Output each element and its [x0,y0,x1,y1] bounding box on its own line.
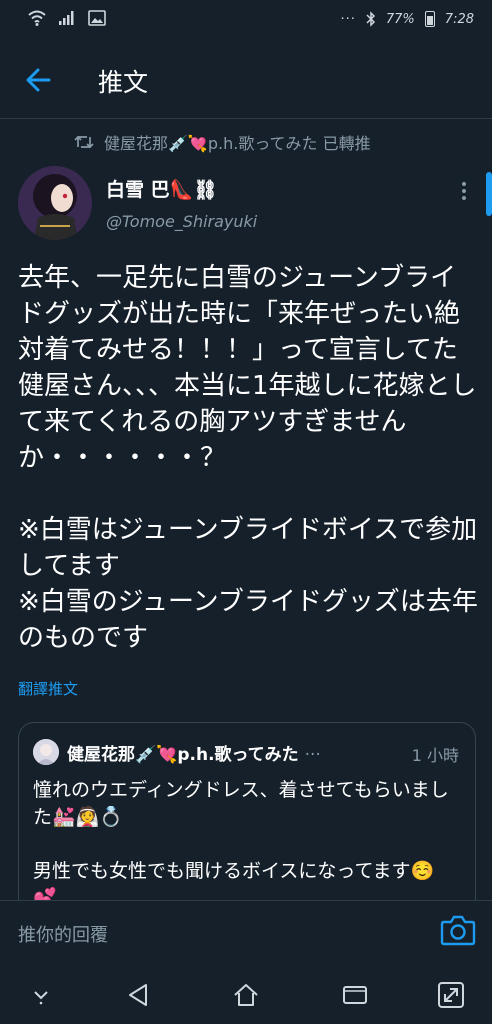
nav-recents-icon[interactable] [340,980,370,1010]
header-divider [0,118,492,119]
retweet-icon [74,135,94,149]
status-bar-right: ··· 77% 7:28 [340,11,474,27]
quoted-author-name-text: 健屋花那💉💘p.h.歌ってみた [67,745,299,765]
reply-input[interactable]: 推你的回覆 [18,921,108,947]
battery-icon [424,11,435,27]
nav-back-icon[interactable] [124,980,154,1010]
nav-home-icon[interactable] [231,980,261,1010]
quoted-author-name: 健屋花那💉💘p.h.歌ってみた ··· [67,740,321,765]
avatar[interactable] [18,166,92,240]
camera-icon[interactable] [440,914,476,946]
wifi-icon [28,10,46,26]
status-bar: ··· 77% 7:28 [0,0,492,40]
quoted-tweet-time: 1 小時 [411,746,459,765]
tweet-text: 去年、一足先に白雪のジューンブライドグッズが出た時に「来年ぜったい絶対着てみせる… [18,263,478,653]
clock: 7:28 [444,11,474,27]
nav-down-icon[interactable] [26,980,56,1010]
battery-level: 77% [385,11,415,27]
gallery-icon [88,10,106,26]
back-arrow-icon[interactable] [24,66,52,94]
quoted-tweet-text: 憧れのウエディングドレス、着させてもらいました💒👰💍 男性でも女性でも聞けるボイ… [33,779,449,901]
author-name[interactable]: 白雪 巴👠⛓ [106,175,217,202]
page-title: 推文 [98,68,149,97]
scroll-indicator [486,172,492,216]
quoted-tweet-card[interactable]: 健屋花那💉💘p.h.歌ってみた ··· 1 小時 憧れのウエディングドレス、着さ… [18,722,476,901]
top-app-bar [0,40,492,120]
signal-icon [59,11,74,25]
translate-tweet-link[interactable]: 翻譯推文 [18,678,78,699]
bluetooth-icon [366,11,375,27]
author-handle[interactable]: @Tomoe_Shirayuki [106,212,257,231]
retweet-text: 健屋花那💉💘p.h.歌ってみた 已轉推 [104,134,371,153]
retweet-context[interactable]: 健屋花那💉💘p.h.歌ってみた 已轉推 [74,130,371,154]
quoted-author-avatar [33,739,59,765]
status-bar-left [28,10,106,26]
more-dots-icon: ··· [340,11,356,27]
more-vertical-icon[interactable] [456,180,472,202]
quoted-author-ellipsis: ··· [304,745,321,765]
nav-expand-icon[interactable] [436,980,466,1010]
